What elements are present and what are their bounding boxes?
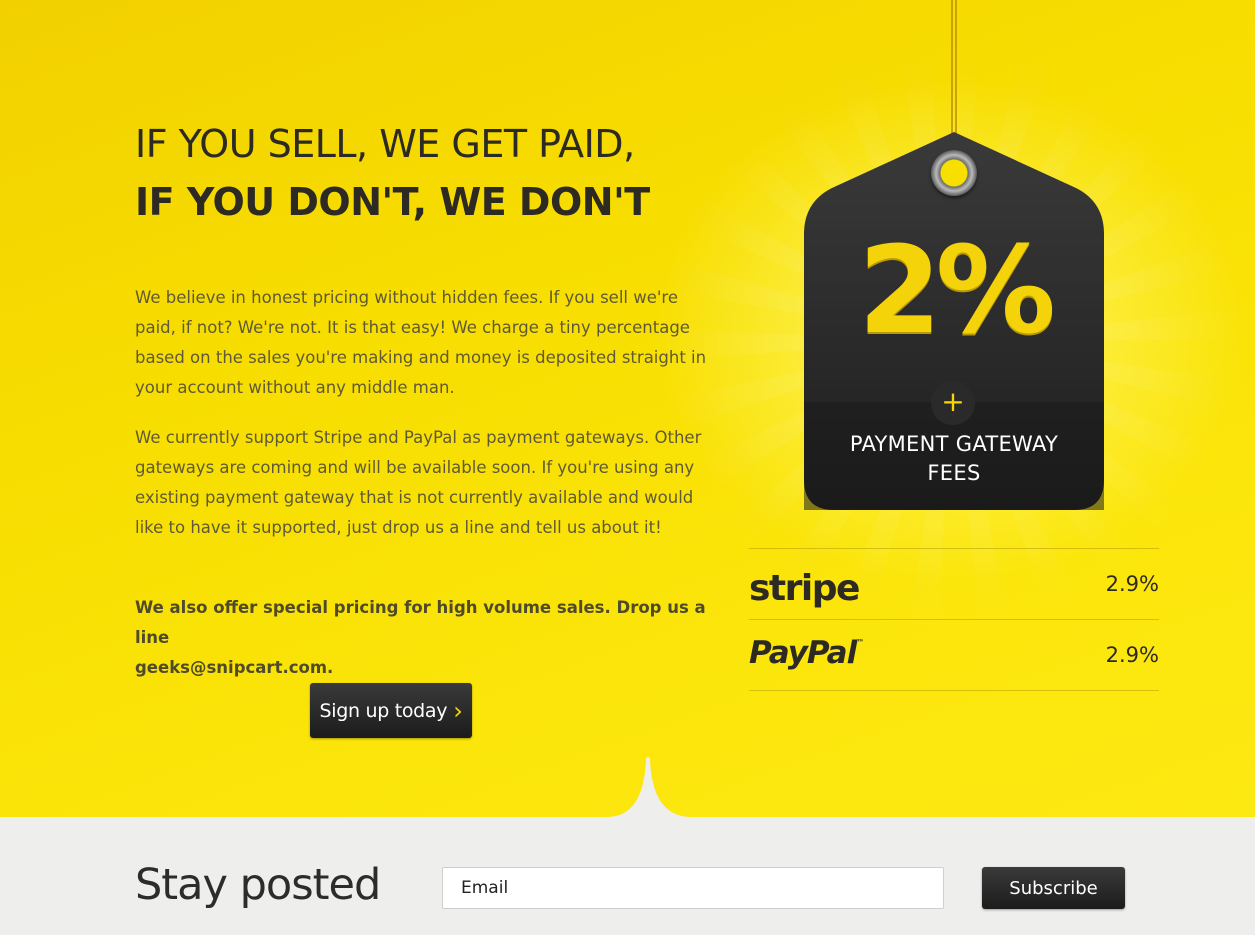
paypal-trademark: ™ [856,638,865,647]
pricing-hero: IF YOU SELL, WE GET PAID, IF YOU DON'T, … [0,0,1255,817]
paypal-rate: 2.9% [1105,643,1159,667]
heading-line-2: IF YOU DON'T, WE DON'T [135,180,650,224]
plus-icon: + [931,381,975,425]
fees-label-line-2: FEES [927,461,981,485]
newsletter-title: Stay posted [135,860,381,910]
stripe-logo: stripe [749,567,860,609]
gateway-fees-table: stripe 2.9% PayPal™ 2.9% [749,548,1159,691]
volume-pricing-note: We also offer special pricing for high v… [135,593,715,683]
subscribe-button[interactable]: Subscribe [982,867,1125,909]
chevron-right-icon: › [453,696,463,725]
gateway-row-paypal: PayPal™ 2.9% [749,619,1159,691]
section-divider [549,757,749,825]
payment-gateway-fees-label: PAYMENT GATEWAY FEES [804,430,1104,488]
volume-pricing-text: We also offer special pricing for high v… [135,598,706,647]
gateway-row-stripe: stripe 2.9% [749,548,1159,619]
paypal-logo-text: PayPal [749,635,857,671]
pricing-paragraph-2: We currently support Stripe and PayPal a… [135,428,702,537]
volume-pricing-period: . [327,658,334,677]
heading-line-1: IF YOU SELL, WE GET PAID, [135,122,635,166]
sign-up-button[interactable]: Sign up today › [310,683,472,738]
stripe-rate: 2.9% [1105,572,1159,596]
fees-label-line-1: PAYMENT GATEWAY [849,432,1059,456]
tag-grommet [931,150,977,196]
email-field[interactable] [442,867,944,909]
pricing-paragraph-1: We believe in honest pricing without hid… [135,288,707,397]
contact-email-link[interactable]: geeks@snipcart.com [135,658,327,677]
sign-up-label: Sign up today [319,699,448,722]
paypal-logo: PayPal™ [749,635,864,671]
fee-percentage: 2% [858,222,1056,361]
